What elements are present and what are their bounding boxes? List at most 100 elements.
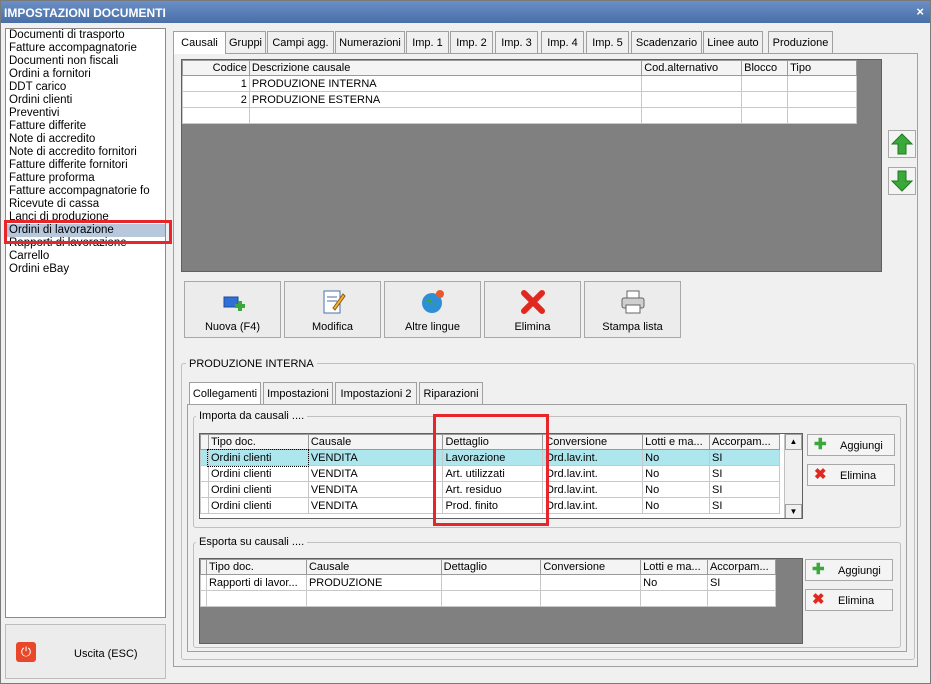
column-header[interactable]: Conversione bbox=[540, 559, 642, 575]
column-header[interactable]: Cod.alternativo bbox=[641, 60, 743, 76]
table-cell[interactable]: SI bbox=[708, 481, 781, 498]
table-cell[interactable]: SI bbox=[708, 497, 781, 514]
sidebar-item[interactable]: Preventivi bbox=[6, 107, 165, 120]
column-header[interactable]: Causale bbox=[305, 559, 442, 575]
table-cell[interactable]: No bbox=[642, 481, 710, 498]
column-header[interactable]: Conversione bbox=[542, 434, 644, 450]
edit-button[interactable]: Modifica bbox=[284, 281, 381, 338]
tab-scadenzario[interactable]: Scadenzario bbox=[631, 31, 702, 53]
subtab-impostazioni-2[interactable]: Impostazioni 2 bbox=[335, 382, 417, 404]
sidebar-item[interactable]: Ordini eBay bbox=[6, 263, 165, 276]
document-type-list[interactable]: Documenti di trasporto Fatture accompagna… bbox=[5, 28, 166, 618]
tab-linee-auto[interactable]: Linee auto bbox=[703, 31, 763, 53]
column-header[interactable]: Tipo doc. bbox=[205, 559, 307, 575]
table-cell[interactable]: PRODUZIONE INTERNA bbox=[248, 75, 643, 92]
table-cell[interactable] bbox=[440, 574, 542, 591]
table-row[interactable]: Ordini clienti VENDITA Prod. finito Ord.lav… bbox=[200, 497, 781, 514]
table-cell[interactable]: VENDITA bbox=[307, 497, 444, 514]
table-cell[interactable]: SI bbox=[708, 465, 781, 482]
table-cell[interactable]: No bbox=[642, 449, 710, 466]
column-header[interactable]: Dettaglio bbox=[440, 559, 542, 575]
tab-imp-1[interactable]: Imp. 1 bbox=[406, 31, 449, 53]
table-cell[interactable]: No bbox=[642, 465, 710, 482]
delete-button[interactable]: Elimina bbox=[484, 281, 581, 338]
tab-imp-2[interactable]: Imp. 2 bbox=[450, 31, 493, 53]
exit-button[interactable]: ⏻ Uscita (ESC) bbox=[5, 624, 166, 679]
tab-imp-3[interactable]: Imp. 3 bbox=[495, 31, 538, 53]
table-cell[interactable]: Prod. finito bbox=[442, 497, 544, 514]
move-up-button[interactable] bbox=[888, 130, 916, 158]
empty-row[interactable] bbox=[200, 590, 777, 607]
sidebar-item[interactable]: Note di accredito bbox=[6, 133, 165, 146]
sidebar-item[interactable]: Fatture differite fornitori bbox=[6, 159, 165, 172]
table-cell[interactable]: VENDITA bbox=[307, 449, 444, 466]
close-icon[interactable]: × bbox=[916, 4, 924, 19]
column-header[interactable]: Lotti e ma... bbox=[642, 434, 710, 450]
table-cell[interactable]: VENDITA bbox=[307, 465, 444, 482]
column-header[interactable]: Blocco bbox=[741, 60, 789, 76]
export-add-button[interactable]: ✚ Aggiungi bbox=[805, 559, 893, 581]
table-cell[interactable]: 1 bbox=[182, 75, 250, 92]
table-cell[interactable]: No bbox=[640, 574, 708, 591]
sidebar-item[interactable]: Lanci di produzione bbox=[6, 211, 165, 224]
sidebar-item[interactable]: Ordini a fornitori bbox=[6, 68, 165, 81]
table-row[interactable]: Ordini clienti VENDITA Lavorazione Ord.lav.… bbox=[200, 448, 781, 467]
table-cell[interactable]: Art. utilizzati bbox=[442, 465, 544, 482]
table-cell[interactable]: Ord.lav.int. bbox=[542, 449, 644, 466]
other-languages-button[interactable]: Altre lingue bbox=[384, 281, 481, 338]
table-cell[interactable]: Ordini clienti bbox=[207, 465, 309, 482]
table-cell[interactable]: No bbox=[642, 497, 710, 514]
scroll-down-icon[interactable]: ▼ bbox=[785, 504, 802, 518]
table-cell[interactable]: Ordini clienti bbox=[207, 481, 309, 498]
table-cell[interactable]: 2 bbox=[182, 91, 250, 108]
table-cell[interactable]: Ord.lav.int. bbox=[542, 481, 644, 498]
column-header[interactable]: Descrizione causale bbox=[248, 60, 643, 76]
table-cell[interactable]: Lavorazione bbox=[442, 449, 544, 466]
table-cell[interactable]: Ordini clienti bbox=[207, 497, 309, 514]
table-row[interactable]: 2 PRODUZIONE ESTERNA bbox=[182, 91, 857, 108]
scroll-up-icon[interactable]: ▲ bbox=[785, 434, 802, 450]
print-list-button[interactable]: Stampa lista bbox=[584, 281, 681, 338]
sidebar-item[interactable]: Fatture proforma bbox=[6, 172, 165, 185]
column-header[interactable]: Dettaglio bbox=[442, 434, 544, 450]
sidebar-item[interactable]: Carrello bbox=[6, 250, 165, 263]
table-cell[interactable]: Ord.lav.int. bbox=[542, 497, 644, 514]
tab-imp-5[interactable]: Imp. 5 bbox=[586, 31, 629, 53]
table-cell[interactable] bbox=[540, 574, 642, 591]
column-header[interactable]: Tipo doc. bbox=[207, 434, 309, 450]
sidebar-item[interactable]: Fatture accompagnatorie fo bbox=[6, 185, 165, 198]
table-cell[interactable] bbox=[641, 91, 743, 108]
sidebar-item[interactable]: Ordini clienti bbox=[6, 94, 165, 107]
table-cell[interactable]: Ord.lav.int. bbox=[542, 465, 644, 482]
table-cell[interactable]: SI bbox=[706, 574, 777, 591]
table-row[interactable]: Ordini clienti VENDITA Art. utilizzati Ord.… bbox=[200, 465, 781, 482]
subtab-riparazioni[interactable]: Riparazioni bbox=[419, 382, 483, 404]
column-header[interactable]: Causale bbox=[307, 434, 444, 450]
table-cell[interactable]: PRODUZIONE bbox=[305, 574, 442, 591]
tab-gruppi[interactable]: Gruppi bbox=[225, 31, 266, 53]
table-cell[interactable]: Ordini clienti bbox=[207, 448, 310, 467]
import-delete-button[interactable]: ✖ Elimina bbox=[807, 464, 895, 486]
column-header[interactable]: Lotti e ma... bbox=[640, 559, 708, 575]
subtab-impostazioni[interactable]: Impostazioni bbox=[263, 382, 333, 404]
export-delete-button[interactable]: ✖ Elimina bbox=[805, 589, 893, 611]
move-down-button[interactable] bbox=[888, 167, 916, 195]
column-header[interactable]: Accorpam... bbox=[708, 434, 781, 450]
table-cell[interactable] bbox=[641, 75, 743, 92]
tab-numerazioni[interactable]: Numerazioni bbox=[335, 31, 405, 53]
empty-row[interactable] bbox=[182, 107, 857, 124]
tab-campi-agg[interactable]: Campi agg. bbox=[267, 31, 334, 53]
table-cell[interactable]: Rapporti di lavor... bbox=[205, 574, 307, 591]
table-row[interactable]: Rapporti di lavor... PRODUZIONE No SI bbox=[200, 574, 777, 591]
table-cell[interactable]: PRODUZIONE ESTERNA bbox=[248, 91, 643, 108]
table-cell[interactable] bbox=[741, 91, 789, 108]
sidebar-item[interactable]: Note di accredito fornitori bbox=[6, 146, 165, 159]
sidebar-item[interactable]: Fatture differite bbox=[6, 120, 165, 133]
sidebar-item[interactable]: Fatture accompagnatorie bbox=[6, 42, 165, 55]
table-cell[interactable] bbox=[741, 75, 789, 92]
column-header[interactable]: Tipo bbox=[787, 60, 857, 76]
table-cell[interactable]: VENDITA bbox=[307, 481, 444, 498]
sidebar-item[interactable]: Documenti non fiscali bbox=[6, 55, 165, 68]
table-row[interactable]: Ordini clienti VENDITA Art. residuo Ord.lav… bbox=[200, 481, 781, 498]
table-cell[interactable] bbox=[787, 75, 857, 92]
